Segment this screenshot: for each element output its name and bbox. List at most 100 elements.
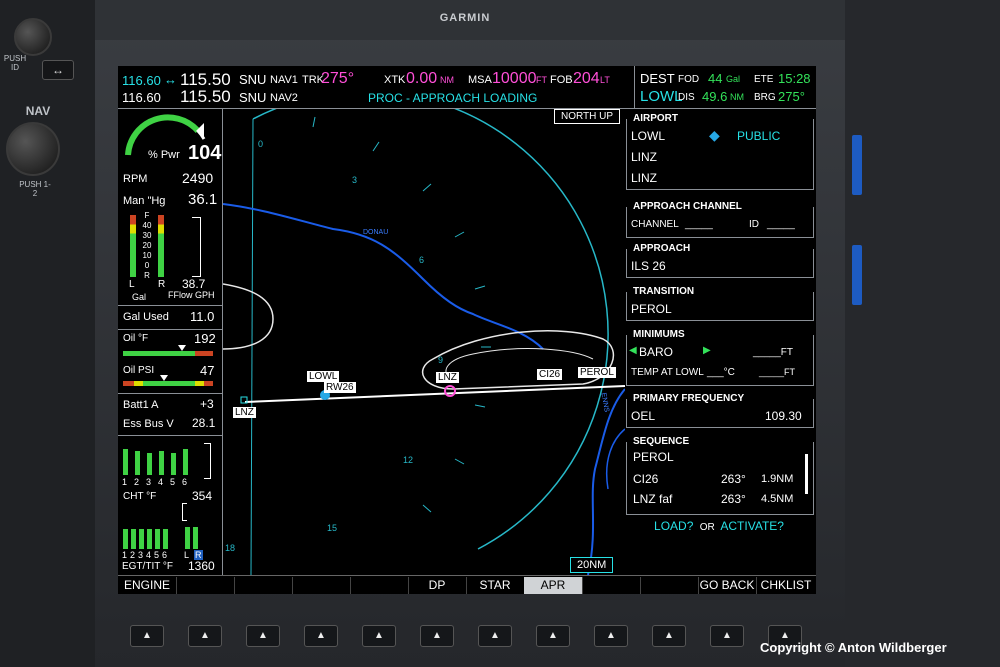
fob-unit: LT [600, 75, 610, 85]
sequence-row[interactable]: PEROL [633, 450, 793, 468]
egt-tit-bar [193, 527, 198, 549]
baro-value[interactable]: _____FT [753, 347, 793, 358]
activate-prompt[interactable]: ACTIVATE? [720, 519, 784, 533]
airport-box: AIRPORT LOWL ◆ PUBLIC LINZ LINZ [626, 113, 814, 190]
rpm-label: RPM [123, 173, 148, 185]
map-orientation-label[interactable]: NORTH UP [554, 109, 621, 124]
dest-value[interactable]: LOWL [640, 88, 683, 105]
softkey-star[interactable]: STAR [466, 577, 525, 594]
sequence-wpt-name: LNZ faf [633, 492, 673, 506]
hw-softkey-7[interactable]: ▲ [478, 625, 512, 647]
nav2-active-freq[interactable]: 115.50 [180, 87, 231, 107]
waypoint-lnz-left[interactable]: LNZ [233, 407, 256, 418]
softkey-blank[interactable] [582, 577, 641, 594]
softkey-chklist[interactable]: CHKLIST [756, 577, 816, 594]
oil-psi-value: 47 [200, 363, 215, 378]
softkey-blank[interactable] [234, 577, 293, 594]
softkey-blank[interactable] [350, 577, 409, 594]
oil-temp-pointer-icon [178, 345, 186, 351]
waypoint-ci26[interactable]: CI26 [537, 369, 563, 380]
nav-knob[interactable] [6, 122, 60, 176]
nav-swap-button[interactable]: ↔ [42, 60, 74, 80]
hw-softkey-9[interactable]: ▲ [594, 625, 628, 647]
sequence-row[interactable]: LNZ faf 263° 4.5NM [633, 492, 803, 510]
hw-softkey-3[interactable]: ▲ [246, 625, 280, 647]
baro-left-arrow-icon[interactable]: ◀ [629, 345, 637, 356]
waypoint-rw26[interactable]: RW26 [324, 382, 356, 393]
fuel-scale-tick: 40 [142, 221, 152, 230]
hw-softkey-10[interactable]: ▲ [652, 625, 686, 647]
egt-bar [155, 529, 160, 549]
map-range-label[interactable]: 20NM [570, 557, 614, 573]
egt-cyl-number: 2 [130, 550, 136, 560]
hw-softkey-4[interactable]: ▲ [304, 625, 338, 647]
load-activate-prompt: LOAD? OR ACTIVATE? [626, 519, 812, 533]
sequence-wpt-course: 263° [721, 492, 746, 506]
primary-frequency-value: 109.30 [765, 409, 802, 423]
nav1-ident: SNU [239, 72, 267, 87]
divider [118, 393, 222, 394]
egt-cyl-number: 3 [138, 550, 144, 560]
fob-label: FOB [550, 74, 573, 86]
waypoint-lnz-vor[interactable]: LNZ [436, 372, 459, 383]
dest-label: DEST [640, 71, 675, 86]
oil-psi-pointer-icon [160, 375, 168, 381]
airport-ident[interactable]: LOWL [631, 129, 665, 143]
push-12-label: PUSH 1-2 [19, 180, 51, 198]
cht-cyl-number: 4 [158, 477, 164, 487]
egt-bar [123, 529, 128, 549]
softkey-blank[interactable] [176, 577, 235, 594]
softkey-go-back[interactable]: GO BACK [698, 577, 757, 594]
msa-label: MSA [468, 74, 492, 86]
hw-softkey-11[interactable]: ▲ [710, 625, 744, 647]
cht-cyl-number: 5 [170, 477, 176, 487]
load-prompt[interactable]: LOAD? [654, 519, 693, 533]
cht-value: 354 [192, 489, 213, 503]
channel-value[interactable]: _____ [685, 219, 713, 230]
manifold-label: Man "Hg [123, 195, 166, 207]
nav1-standby-freq[interactable]: 116.60 [122, 73, 161, 88]
egt-cyl-number: 6 [162, 550, 168, 560]
hw-softkey-2[interactable]: ▲ [188, 625, 222, 647]
egt-bars [123, 521, 203, 549]
temp-value[interactable]: ___°C [707, 367, 735, 378]
gal-label: Gal [132, 292, 147, 302]
baro-label[interactable]: BARO [639, 345, 673, 359]
msa-value: 10000 [492, 70, 537, 87]
mfd-screen: 116.60 ↔ 115.50 SNU NAV1 116.60 115.50 S… [118, 66, 816, 594]
oil-temp-label: Oil °F [123, 333, 149, 344]
softkey-blank[interactable] [640, 577, 699, 594]
softkey-dp[interactable]: DP [408, 577, 467, 594]
msa-unit: FT [536, 75, 547, 85]
transition-value[interactable]: PEROL [631, 302, 672, 316]
softkey-engine[interactable]: ENGINE [118, 577, 177, 594]
navigation-map[interactable]: NORTH UP 20NM 0 3 6 9 12 15 18 DONAU ENN… [223, 109, 625, 575]
fod-value: 44 [708, 71, 723, 86]
waypoint-lowl[interactable]: LOWL [307, 371, 340, 382]
batt-value: +3 [200, 397, 214, 411]
hw-softkey-8[interactable]: ▲ [536, 625, 570, 647]
hw-softkey-1[interactable]: ▲ [130, 625, 164, 647]
softkey-blank[interactable] [292, 577, 351, 594]
hw-softkey-5[interactable]: ▲ [362, 625, 396, 647]
id-knob[interactable] [14, 18, 52, 56]
temp-ft-value[interactable]: _____FT [759, 367, 795, 377]
sequence-row[interactable]: CI26 263° 1.9NM [633, 472, 803, 490]
xtk-label: XTK [384, 74, 406, 86]
fod-label: FOD [678, 74, 700, 85]
baro-right-arrow-icon[interactable]: ▶ [703, 345, 711, 356]
sequence-wpt-dist: 4.5NM [761, 493, 794, 505]
push-id-label: PUSH ID [3, 54, 27, 72]
sequence-box: SEQUENCE PEROL CI26 263° 1.9NM LNZ faf 2… [626, 436, 814, 515]
trk-value: 275° [321, 70, 355, 87]
approach-value[interactable]: ILS 26 [631, 259, 666, 273]
hw-softkey-6[interactable]: ▲ [420, 625, 454, 647]
sequence-scrollbar[interactable] [805, 454, 808, 494]
id-value[interactable]: _____ [767, 219, 795, 230]
manifold-value: 36.1 [188, 191, 218, 208]
waypoint-perol[interactable]: PEROL [578, 367, 616, 378]
softkey-apr[interactable]: APR [524, 577, 583, 594]
approach-box: APPROACH ILS 26 [626, 243, 814, 278]
rpm-value: 2490 [182, 170, 214, 186]
nav2-standby-freq[interactable]: 116.60 [122, 90, 161, 105]
